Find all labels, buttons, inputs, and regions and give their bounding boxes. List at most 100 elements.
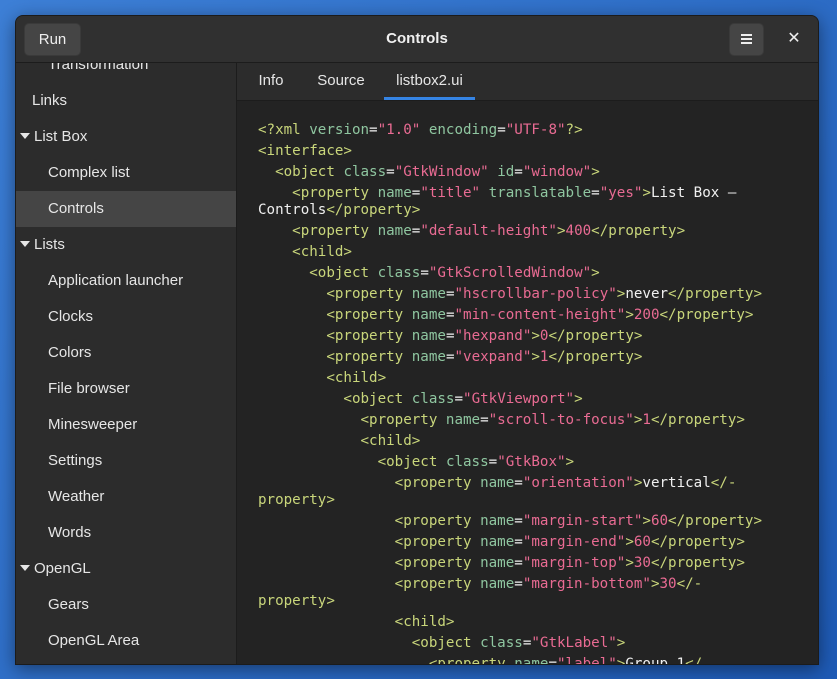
sidebar-item-label: Controls [48, 200, 104, 217]
sidebar-item-label: Weather [48, 488, 105, 505]
sidebar-item[interactable]: Settings [16, 443, 236, 479]
code-token: 400 [565, 223, 592, 239]
code-token: <property [292, 223, 378, 239]
sidebar-item[interactable]: Links [16, 83, 236, 119]
sidebar-item-label: List Box [34, 128, 88, 145]
code-token: > [625, 307, 634, 323]
code-line: property> [258, 592, 335, 610]
menu-button[interactable] [729, 23, 764, 56]
sidebar-section[interactable]: List Box [16, 119, 236, 155]
code-line: <property name="hexpand">0</property> [258, 327, 642, 345]
sidebar-item[interactable]: Application launcher [16, 263, 236, 299]
code-token: "GtkScrolledWindow" [428, 265, 592, 281]
code-line: property> [258, 491, 335, 509]
sidebar-section[interactable]: OpenGL [16, 551, 236, 587]
code-token: </property> [650, 412, 745, 428]
sidebar-item[interactable]: OpenGL Area [16, 623, 236, 659]
code-token: Controls [258, 202, 327, 218]
code-token: "UTF-8" [505, 122, 566, 138]
sidebar-item[interactable]: File browser [16, 371, 236, 407]
sidebar-item-label: OpenGL [34, 560, 91, 577]
close-icon: ✕ [787, 30, 801, 47]
code-token: "margin-start" [522, 513, 643, 529]
code-token: class [445, 454, 489, 470]
code-token: > [565, 454, 575, 470]
code-token: property> [258, 593, 335, 609]
code-token: <object [343, 391, 412, 407]
sidebar-item-label: Links [32, 92, 68, 109]
sidebar-item-label: Gears [48, 596, 89, 613]
code-line: <property name="title" translatable="yes… [258, 184, 736, 202]
code-token: = [454, 391, 464, 407]
code-line: <property name="default-height">400</pro… [258, 222, 685, 240]
code-line: <interface> [258, 142, 352, 160]
code-token: 60 [650, 513, 669, 529]
sidebar-item-label: OpenGL Area [48, 632, 140, 649]
sidebar-item[interactable]: Clocks [16, 299, 236, 335]
code-token: <property [360, 412, 446, 428]
tab-bar: Info Source listbox2.ui [237, 63, 818, 101]
code-token: Group 1 [625, 656, 686, 665]
code-token: "orientation" [522, 475, 634, 491]
sidebar-item[interactable]: Minesweeper [16, 407, 236, 443]
code-token: version [309, 122, 370, 138]
code-token: "margin-top" [522, 555, 626, 571]
code-token: name [377, 185, 412, 201]
code-token: = [514, 513, 523, 529]
sidebar-section[interactable]: Lists [16, 227, 236, 263]
code-token: "GtkBox" [497, 454, 566, 470]
sidebar-item-label: Settings [48, 452, 103, 469]
code-token: "label" [556, 656, 617, 665]
code-line: <object class="GtkViewport"> [258, 390, 582, 408]
code-line: <property name="margin-end">60</property… [258, 533, 745, 551]
sidebar-item[interactable]: Gears [16, 587, 236, 623]
run-button[interactable]: Run [24, 23, 81, 56]
code-token: = [514, 555, 523, 571]
code-token: "yes" [599, 185, 643, 201]
code-token: <property [292, 185, 378, 201]
sidebar-item[interactable]: Complex list [16, 155, 236, 191]
tab-info[interactable]: Info [237, 63, 305, 100]
tab-source[interactable]: Source [305, 63, 377, 100]
code-line: <property name="vexpand">1</property> [258, 348, 642, 366]
code-token: name [514, 656, 549, 665]
code-token: > [556, 223, 566, 239]
code-token: never [625, 286, 669, 302]
code-line: <property name="orientation">vertical</- [258, 474, 737, 492]
code-token: <interface> [258, 143, 352, 159]
close-button[interactable]: ✕ [778, 23, 810, 54]
code-token: > [531, 349, 540, 365]
code-token: property> [258, 492, 335, 508]
sidebar-item[interactable]: Controls [16, 191, 236, 227]
tab-listbox2-ui[interactable]: listbox2.ui [384, 63, 475, 100]
code-token: <property [394, 555, 481, 571]
code-token: <property [394, 534, 481, 550]
sidebar-item-label: Lists [34, 236, 65, 253]
code-line: <child> [258, 243, 352, 261]
code-line: Controls</property> [258, 201, 420, 219]
code-line: <object class="GtkScrolledWindow"> [258, 264, 599, 282]
app-window: Run Controls ✕ Transformation Links List B… [15, 15, 819, 665]
sidebar-item[interactable]: Words [16, 515, 236, 551]
sidebar-item[interactable]: Colors [16, 335, 236, 371]
code-token: "hexpand" [454, 328, 532, 344]
code-token: > [642, 513, 651, 529]
code-token: name [480, 576, 515, 592]
code-token: name [480, 555, 515, 571]
code-token: = [548, 656, 557, 665]
code-token: <child> [292, 244, 352, 260]
main-panel: Info Source listbox2.ui <?xml version="1… [237, 63, 818, 664]
code-token: = [369, 122, 378, 138]
code-line: <property name="margin-bottom">30</- [258, 575, 703, 593]
sidebar-item[interactable]: Transformation [16, 63, 236, 83]
sidebar-item[interactable]: Weather [16, 479, 236, 515]
code-token: name [480, 513, 515, 529]
code-token: class [411, 391, 455, 407]
sidebar-item-label: File browser [48, 380, 130, 397]
